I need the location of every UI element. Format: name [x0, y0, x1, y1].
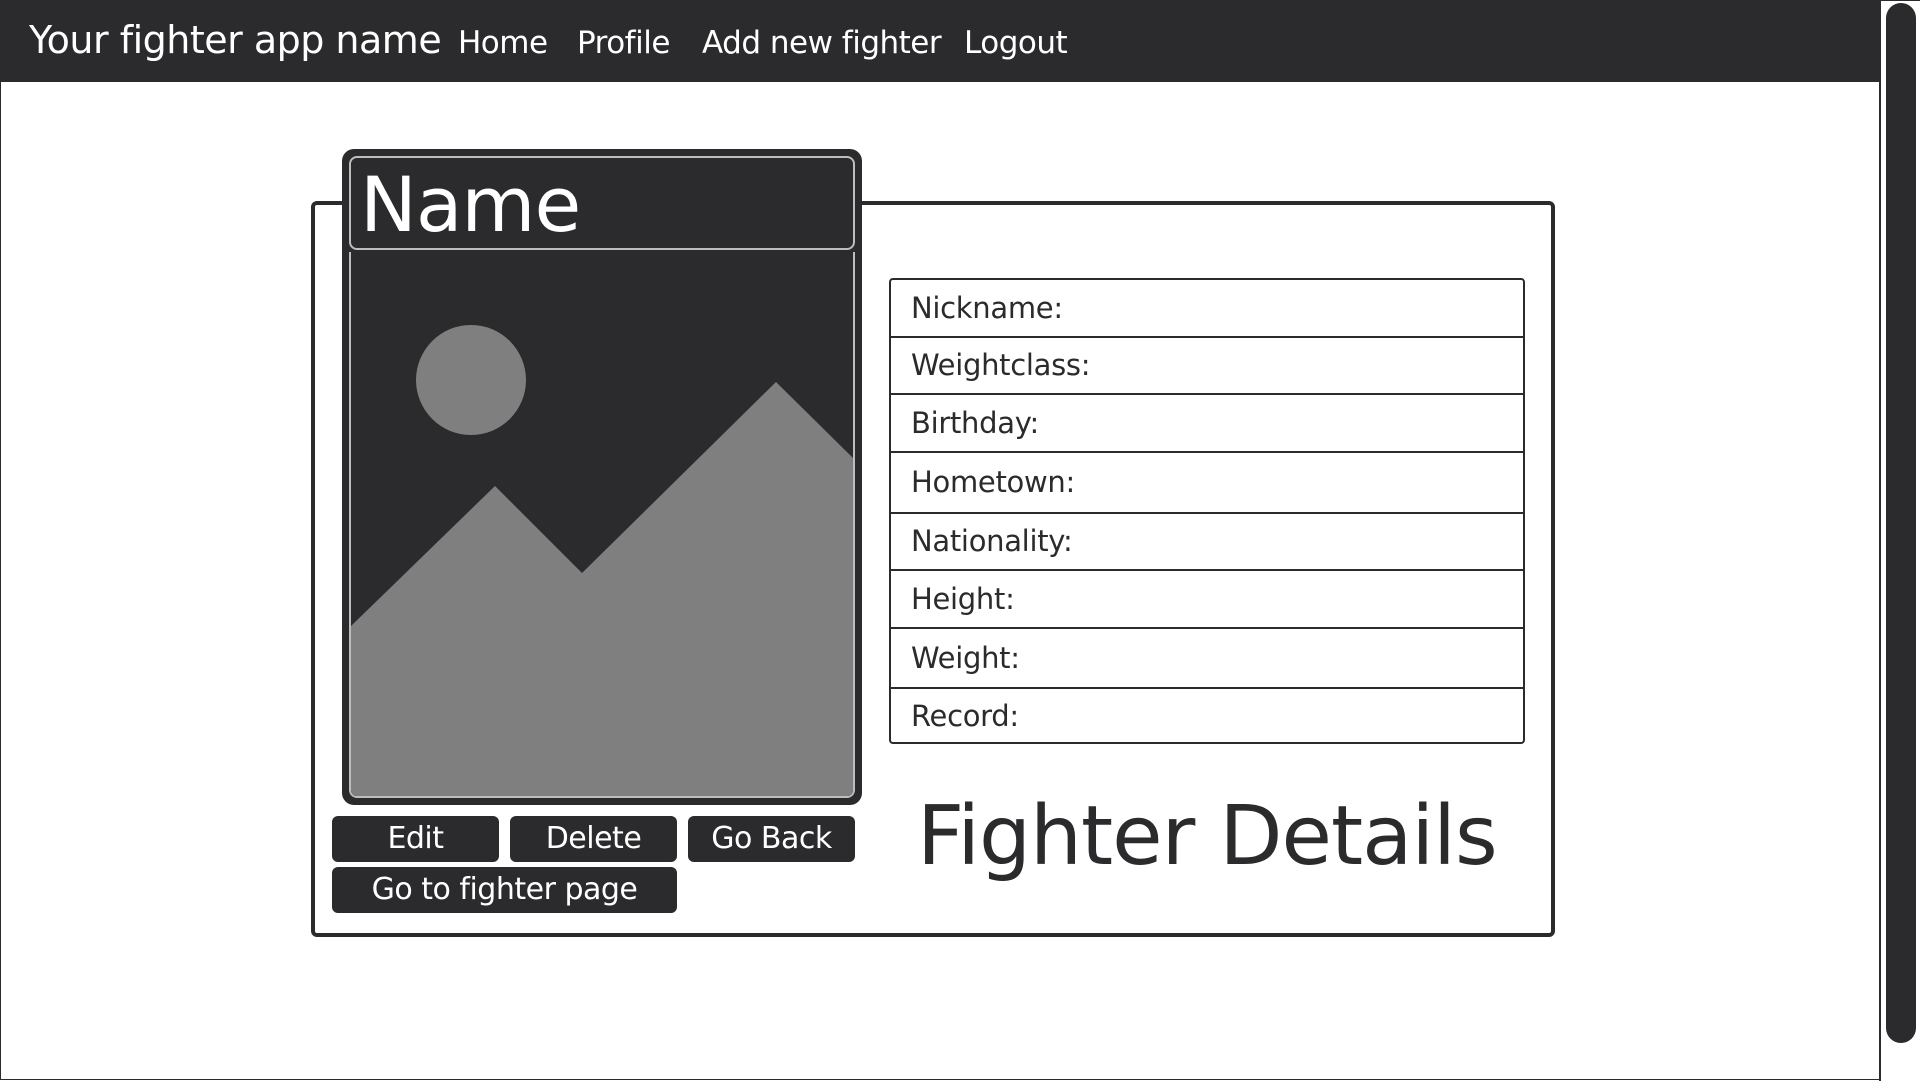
page-title: Fighter Details [917, 789, 1498, 884]
vertical-scrollbar[interactable] [1879, 1, 1920, 1081]
field-nationality: Nationality: [911, 524, 1073, 558]
scrollbar-thumb[interactable] [1886, 3, 1916, 1043]
fighter-name-header: Name [349, 156, 855, 250]
edit-button[interactable]: Edit [332, 816, 499, 862]
app-brand[interactable]: Your fighter app name [29, 15, 442, 65]
field-height: Height: [911, 582, 1015, 616]
nav-link-profile[interactable]: Profile [577, 21, 670, 65]
top-navbar: Your fighter app name Home Profile Add n… [1, 1, 1879, 82]
nav-link-add-new-fighter[interactable]: Add new fighter [702, 21, 942, 65]
field-record: Record: [911, 699, 1019, 733]
field-birthday: Birthday: [911, 406, 1039, 440]
nav-link-logout[interactable]: Logout [964, 21, 1068, 65]
go-to-fighter-page-button[interactable]: Go to fighter page [332, 867, 677, 913]
field-hometown: Hometown: [911, 465, 1075, 499]
go-back-button[interactable]: Go Back [688, 816, 855, 862]
image-placeholder-icon [351, 252, 853, 796]
app-window: Your fighter app name Home Profile Add n… [0, 0, 1920, 1081]
field-weightclass: Weightclass: [911, 348, 1091, 382]
sun-icon [416, 325, 526, 435]
field-weight: Weight: [911, 641, 1020, 675]
fighter-name: Name [360, 160, 581, 249]
nav-link-home[interactable]: Home [458, 21, 548, 65]
fighter-photo [349, 252, 855, 798]
delete-button[interactable]: Delete [510, 816, 677, 862]
field-nickname: Nickname: [911, 291, 1063, 325]
fighter-profile-card: Name [342, 149, 862, 805]
fighter-info-list: Nickname: Weightclass: Birthday: Hometow… [889, 278, 1525, 744]
